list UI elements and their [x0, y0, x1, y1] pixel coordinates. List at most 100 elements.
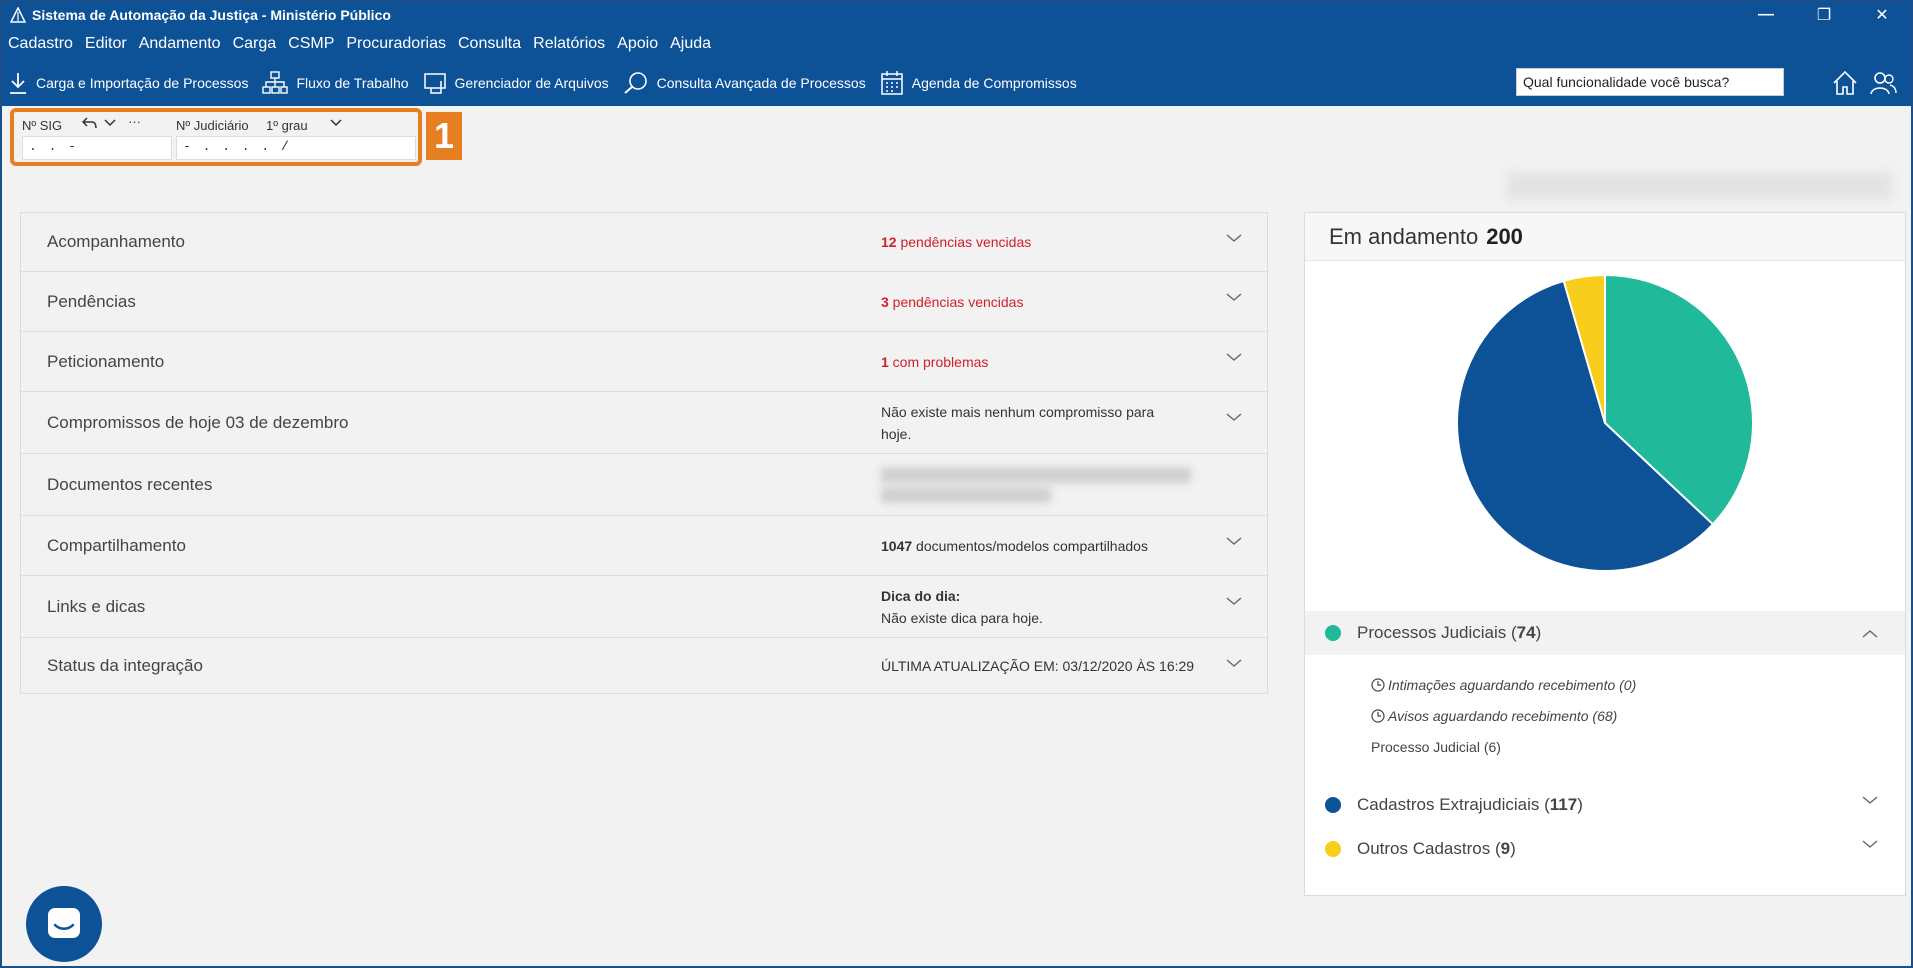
sub-item-avisos[interactable]: Avisos aguardando recebimento (68)	[1371, 708, 1617, 724]
close-button[interactable]: ✕	[1853, 2, 1911, 28]
minimize-button[interactable]: —	[1737, 2, 1795, 28]
chevron-down-icon[interactable]	[1225, 532, 1243, 550]
pending-count: 12	[881, 234, 897, 250]
pending-text: pendências vencidas	[888, 293, 1024, 310]
accordion-compromissos[interactable]: Compromissos de hoje 03 de dezembro Não …	[20, 392, 1268, 454]
legend-label: Cadastros Extrajudiciais (	[1357, 795, 1550, 814]
accordion-summary: Não existe mais nenhum compromisso para …	[881, 403, 1155, 442]
chevron-down-icon[interactable]	[1225, 592, 1243, 610]
consulta-avancada-button[interactable]: Consulta Avançada de Processos	[623, 71, 866, 95]
tip-heading: Dica do dia:	[881, 587, 961, 604]
sub-item-intimacoes[interactable]: Intimações aguardando recebimento (0)	[1371, 677, 1636, 693]
accordion-links-dicas[interactable]: Links e dicas Dica do dia: Não existe dic…	[20, 576, 1268, 638]
menu-editor[interactable]: Editor	[85, 35, 127, 53]
sub-item-label: Processo Judicial (6)	[1371, 739, 1501, 755]
legend-value: 9	[1500, 839, 1511, 858]
menu-procuradorias[interactable]: Procuradorias	[346, 35, 446, 53]
functionality-search-input[interactable]	[1516, 68, 1784, 96]
menu-cadastro[interactable]: Cadastro	[8, 35, 73, 53]
carga-importacao-button[interactable]: Carga e Importação de Processos	[8, 71, 248, 95]
restore-button[interactable]: ❐	[1795, 2, 1853, 28]
accordion-summary: 1047 documentos/modelos compartilhados	[881, 535, 1221, 557]
gerenciador-arquivos-button[interactable]: Gerenciador de Arquivos	[423, 71, 609, 95]
shared-count: 1047	[881, 537, 913, 554]
menu-ajuda[interactable]: Ajuda	[670, 35, 711, 53]
legend-dot	[1325, 625, 1341, 641]
accordion-pendencias[interactable]: Pendências 3 pendências vencidas	[20, 272, 1268, 332]
accordion-summary: 1 com problemas	[881, 351, 1221, 373]
menu-consulta[interactable]: Consulta	[458, 35, 521, 53]
chat-support-button[interactable]	[26, 886, 102, 962]
chevron-down-icon[interactable]	[1225, 229, 1243, 247]
fluxo-trabalho-button[interactable]: Fluxo de Trabalho	[262, 71, 409, 95]
grau-chevron-down-icon[interactable]	[330, 118, 342, 128]
chevron-down-icon[interactable]	[1861, 835, 1879, 853]
toolbar-label: Fluxo de Trabalho	[296, 75, 409, 91]
accordion-title: Compartilhamento	[47, 535, 186, 555]
in-progress-panel: Em andamento 200 Processos Judiciais (74…	[1304, 212, 1906, 896]
legend-suffix: )	[1535, 623, 1542, 642]
accordion-summary: Dica do dia: Não existe dica para hoje.	[881, 585, 1221, 629]
accordion-acompanhamento[interactable]: Acompanhamento 12 pendências vencidas	[20, 212, 1268, 272]
menu-carga[interactable]: Carga	[233, 35, 277, 53]
agenda-compromissos-button[interactable]: Agenda de Compromissos	[880, 70, 1077, 96]
dashboard-accordion: Acompanhamento 12 pendências vencidas Pe…	[20, 212, 1268, 694]
accordion-title: Pendências	[47, 291, 136, 311]
grau-select[interactable]: 1º grau	[266, 118, 308, 133]
menu-andamento[interactable]: Andamento	[139, 35, 221, 53]
download-icon	[10, 73, 26, 94]
legend-suffix: )	[1577, 795, 1583, 814]
chevron-down-icon[interactable]	[1225, 654, 1243, 672]
more-options[interactable]: ···	[128, 114, 141, 129]
users-icon[interactable]	[1868, 68, 1898, 98]
panel-header: Em andamento 200	[1305, 213, 1905, 261]
chevron-down-icon[interactable]	[104, 118, 116, 128]
home-icon[interactable]	[1830, 68, 1860, 98]
workflow-icon	[262, 71, 289, 94]
chevron-up-icon[interactable]	[1861, 625, 1879, 643]
shared-text: documentos/modelos compartilhados	[912, 537, 1148, 554]
accordion-summary: 3 pendências vencidas	[881, 291, 1221, 313]
legend-suffix: )	[1510, 839, 1516, 858]
accordion-title: Acompanhamento	[47, 232, 185, 251]
sub-item-label: Avisos aguardando recebimento (68)	[1388, 708, 1618, 724]
calendar-icon	[880, 71, 903, 95]
sub-item-processo-judicial[interactable]: Processo Judicial (6)	[1371, 739, 1501, 755]
toolbar-label: Gerenciador de Arquivos	[454, 75, 609, 91]
sub-item-label: Intimações aguardando recebimento (0)	[1388, 677, 1637, 693]
toolbar: Carga e Importação de Processos Fluxo de…	[2, 60, 1911, 106]
legend-outros-cadastros[interactable]: Outros Cadastros (9)	[1325, 839, 1516, 859]
toolbar-label: Carga e Importação de Processos	[36, 75, 249, 91]
toolbar-label: Consulta Avançada de Processos	[656, 75, 866, 91]
accordion-compartilhamento[interactable]: Compartilhamento 1047 documentos/modelos…	[20, 516, 1268, 576]
undo-icon[interactable]	[82, 116, 98, 130]
accordion-documentos-recentes[interactable]: Documentos recentes	[20, 454, 1268, 516]
menu-csmp[interactable]: CSMP	[288, 35, 334, 53]
accordion-title: Documentos recentes	[47, 474, 213, 494]
judicial-number-input[interactable]: - . . . . /	[176, 136, 416, 160]
chevron-down-icon[interactable]	[1225, 408, 1243, 426]
legend-value: 117	[1549, 795, 1578, 814]
window-controls: — ❐ ✕	[1737, 2, 1911, 28]
accordion-status-integracao[interactable]: Status da integração ÚLTIMA ATUALIZAÇÃO …	[20, 638, 1268, 694]
legend-cadastros-extrajudiciais[interactable]: Cadastros Extrajudiciais (117)	[1325, 795, 1583, 815]
legend-dot	[1325, 797, 1341, 813]
title-bar: Sistema de Automação da Justiça - Minist…	[2, 2, 1911, 28]
integration-status-text: ÚLTIMA ATUALIZAÇÃO EM: 03/12/2020 ÀS 16:…	[881, 657, 1195, 674]
accordion-peticionamento[interactable]: Peticionamento 1 com problemas	[20, 332, 1268, 392]
status-pie-chart[interactable]	[1455, 273, 1755, 573]
legend-processos-judiciais[interactable]: Processos Judiciais (74)	[1325, 623, 1541, 643]
chevron-down-icon[interactable]	[1225, 348, 1243, 366]
sig-label: Nº SIG	[22, 118, 63, 133]
accordion-title: Status da integração	[47, 655, 203, 675]
menu-relatorios[interactable]: Relatórios	[533, 35, 605, 53]
chevron-down-icon[interactable]	[1225, 288, 1243, 306]
app-logo-icon	[10, 7, 26, 23]
clock-icon	[1371, 678, 1385, 692]
menu-apoio[interactable]: Apoio	[617, 35, 658, 53]
sig-number-input[interactable]: . . -	[22, 136, 172, 160]
chevron-down-icon[interactable]	[1861, 791, 1879, 809]
step-callout: 1	[426, 112, 462, 160]
chat-icon	[48, 908, 80, 938]
window-title: Sistema de Automação da Justiça - Minist…	[32, 7, 391, 23]
